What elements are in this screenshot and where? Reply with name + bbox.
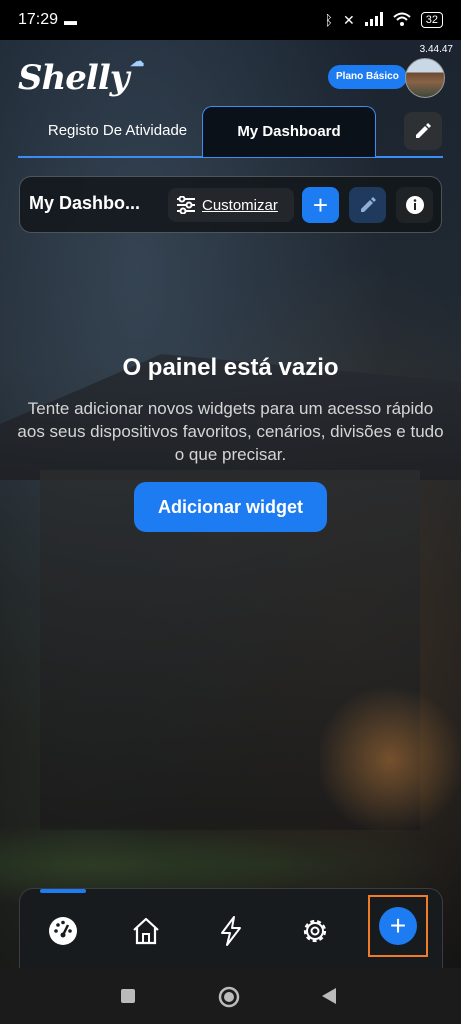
- square-icon: [121, 989, 135, 1003]
- mute-vibrate-icon: ✕: [343, 11, 355, 28]
- nav-scenes[interactable]: [211, 911, 251, 951]
- nav-active-indicator: [40, 889, 86, 893]
- home-system-button[interactable]: [218, 986, 240, 1013]
- bolt-icon: [221, 916, 241, 946]
- empty-state-title: O painel está vazio: [122, 354, 339, 381]
- pencil-icon: [416, 123, 431, 138]
- circle-icon: [218, 986, 240, 1008]
- add-widget-toolbar-button[interactable]: +: [302, 187, 339, 223]
- plus-icon: +: [312, 189, 329, 220]
- nav-settings[interactable]: [295, 911, 335, 951]
- info-icon: [405, 196, 424, 214]
- nav-home[interactable]: [126, 911, 166, 951]
- battery-indicator: 32: [420, 12, 443, 28]
- edit-tabs-button[interactable]: [404, 112, 442, 150]
- add-widget-button[interactable]: Adicionar widget: [134, 482, 327, 532]
- nav-add-highlight: +: [368, 895, 428, 957]
- customize-label: Customizar: [202, 196, 278, 214]
- dashboard-title[interactable]: My Dashbo...: [29, 193, 140, 214]
- back-triangle-icon: [322, 988, 336, 1004]
- status-time: 17:29: [18, 11, 59, 28]
- info-button[interactable]: [396, 187, 433, 223]
- tab-my-dashboard[interactable]: My Dashboard: [202, 106, 376, 157]
- sliders-icon: [177, 196, 195, 214]
- plus-icon: +: [389, 910, 407, 941]
- pencil-icon: [360, 197, 376, 212]
- tab-activity-log[interactable]: Registo De Atividade: [18, 106, 217, 156]
- empty-state-description: Tente adicionar novos widgets para um ac…: [17, 399, 444, 464]
- recents-button[interactable]: [120, 988, 136, 1009]
- plan-badge[interactable]: Plano Básico: [328, 65, 407, 89]
- back-button[interactable]: [320, 987, 338, 1010]
- home-icon: [133, 917, 159, 945]
- avatar[interactable]: [405, 58, 445, 98]
- cloud-icon: ☁: [130, 54, 144, 70]
- nav-add-button[interactable]: +: [379, 907, 417, 945]
- signal-icon: [364, 11, 383, 29]
- gear-icon: [303, 919, 327, 943]
- bluetooth-icon: ᛒ: [324, 12, 334, 28]
- logo-text: Shelly: [18, 58, 129, 98]
- notification-icon: ▬: [64, 12, 78, 28]
- nav-dashboard[interactable]: [43, 911, 83, 951]
- status-icons: ᛒ ✕ 32: [324, 11, 443, 29]
- bottom-navigation: +: [19, 888, 443, 969]
- dashboard-gauge-icon: [49, 917, 77, 945]
- dashboard-toolbar: My Dashbo... Customizar +: [19, 176, 442, 233]
- system-navigation-bar: [0, 968, 461, 1024]
- customize-button[interactable]: Customizar: [168, 188, 294, 222]
- app-version: 3.44.47: [419, 44, 453, 55]
- edit-dashboard-button[interactable]: [349, 187, 386, 223]
- tab-bar: Registo De Atividade My Dashboard: [18, 106, 443, 158]
- wifi-icon: [393, 12, 411, 29]
- status-bar: 17:29 ▬ ᛒ ✕ 32: [0, 0, 461, 40]
- shelly-logo: Shelly ☁: [18, 54, 144, 98]
